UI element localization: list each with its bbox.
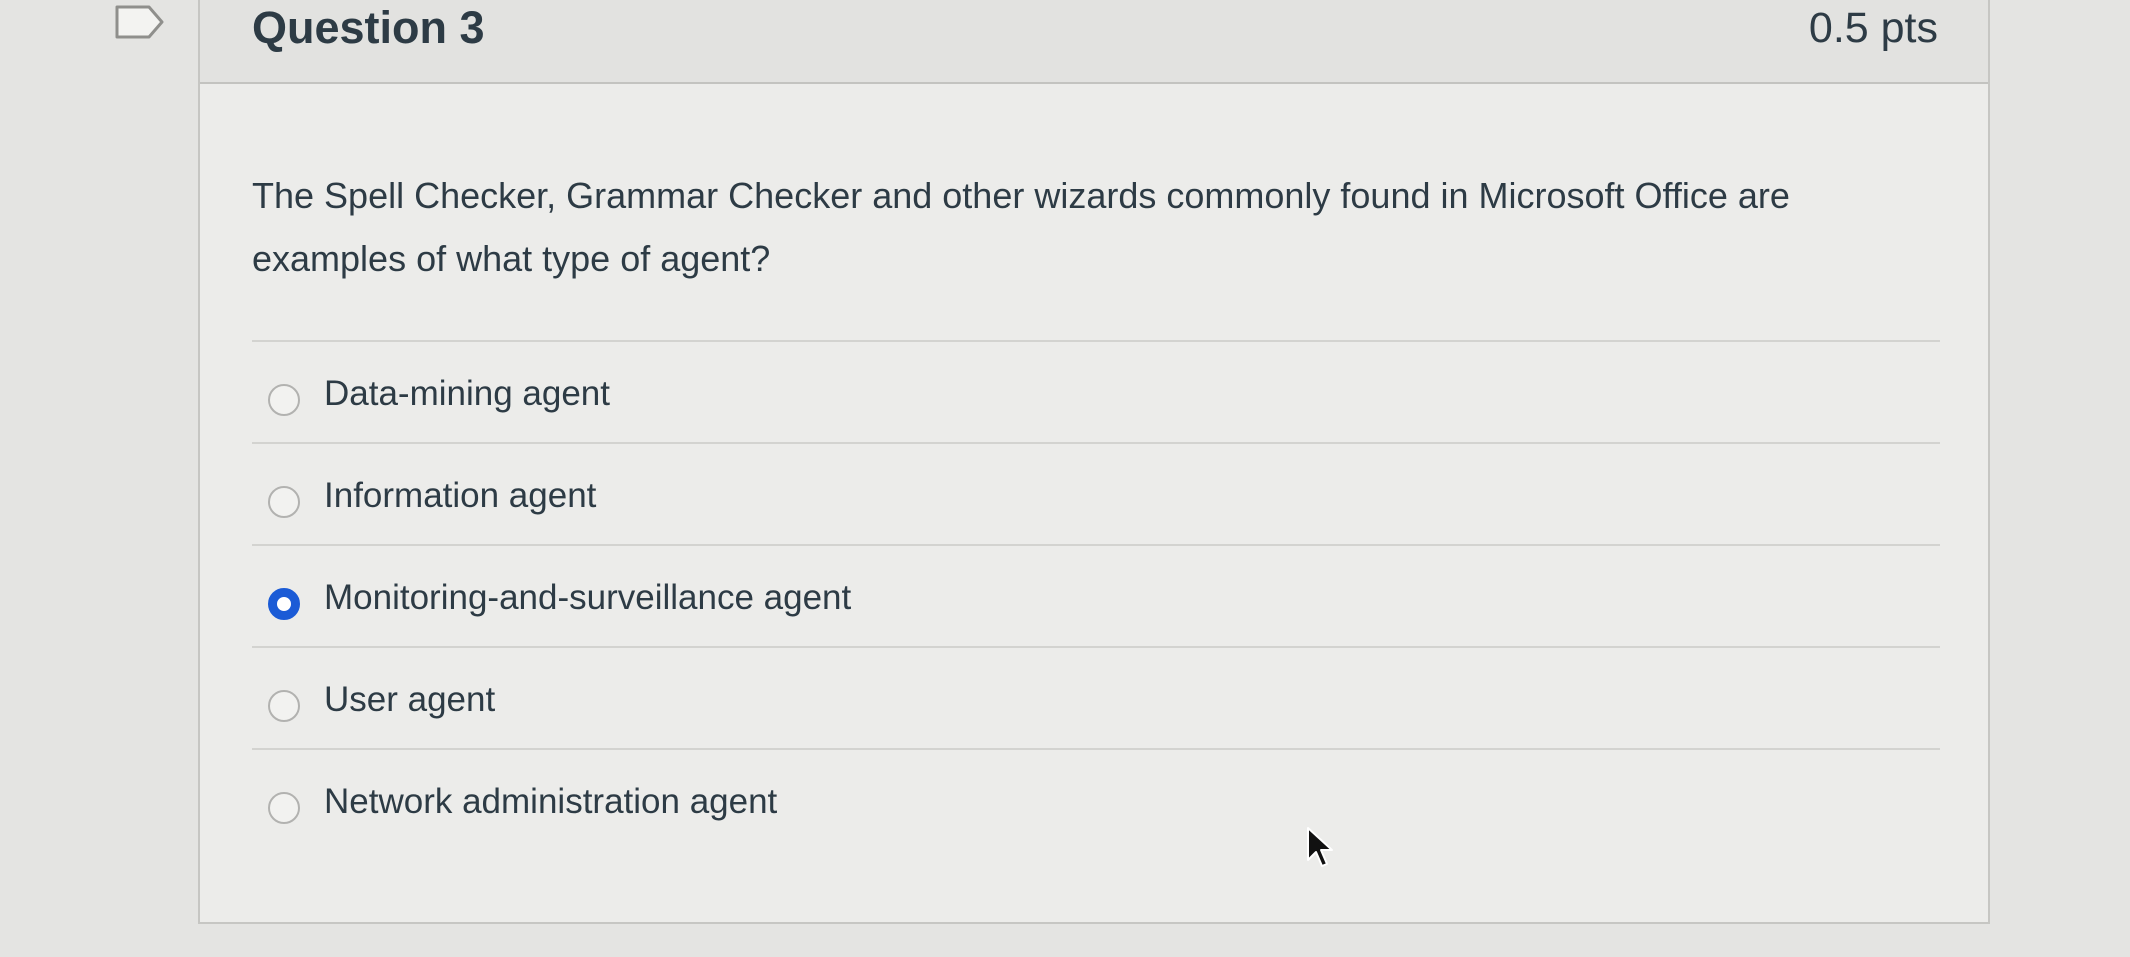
radio-button[interactable] <box>268 486 300 518</box>
radio-button[interactable] <box>268 792 300 824</box>
answer-option-data-mining[interactable]: Data-mining agent <box>252 340 1940 442</box>
question-title: Question 3 <box>252 2 485 53</box>
radio-button[interactable] <box>268 690 300 722</box>
answer-list: Data-mining agent Information agent Moni… <box>252 340 1940 850</box>
answer-label[interactable]: Monitoring-and-surveillance agent <box>324 578 851 618</box>
answer-option-information[interactable]: Information agent <box>252 442 1940 544</box>
answer-option-user[interactable]: User agent <box>252 646 1940 748</box>
answer-label[interactable]: Information agent <box>324 476 596 516</box>
answer-label[interactable]: Network administration agent <box>324 782 777 822</box>
question-points: 0.5 pts <box>1808 4 1938 52</box>
radio-button-selected[interactable] <box>268 588 300 620</box>
question-card: Question 3 0.5 pts The Spell Checker, Gr… <box>198 0 1990 924</box>
answer-option-network-administration[interactable]: Network administration agent <box>252 748 1940 850</box>
answer-label[interactable]: Data-mining agent <box>324 374 610 414</box>
answer-option-monitoring[interactable]: Monitoring-and-surveillance agent <box>252 544 1940 646</box>
answer-label[interactable]: User agent <box>324 680 495 720</box>
question-header: Question 3 0.5 pts <box>200 0 1988 84</box>
question-text: The Spell Checker, Grammar Checker and o… <box>252 175 1790 279</box>
mouse-pointer-icon <box>1307 827 1333 867</box>
radio-button[interactable] <box>268 384 300 416</box>
bookmark-flag-icon[interactable] <box>115 5 165 39</box>
